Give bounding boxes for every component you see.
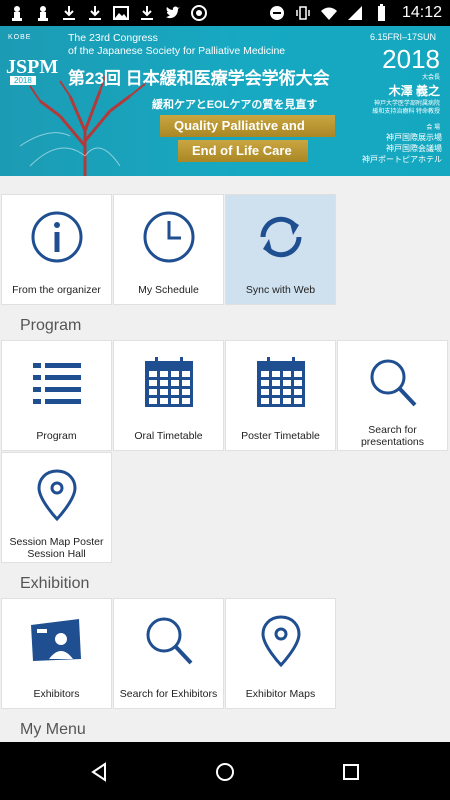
tile-label: Oral Timetable <box>134 430 203 442</box>
android-nav-bar <box>0 742 450 800</box>
exhibition-section-header: Exhibition <box>20 575 90 592</box>
tile-label: Sync with Web <box>245 284 316 296</box>
congress-theme-jp: 緩和ケアとEOLケアの質を見直す <box>152 99 318 111</box>
download-icon <box>86 4 104 22</box>
tile-label: Poster Timetable <box>241 430 320 442</box>
sync-with-web-tile[interactable]: Sync with Web <box>225 194 336 305</box>
system-icons <box>268 4 390 22</box>
chair-affiliation: 神戸大学医学部附属病院 緩和支持治療科 特命教授 <box>372 100 440 116</box>
presenter-icon <box>30 619 81 661</box>
chair-label: 大会長 <box>421 75 440 81</box>
theme-ribbon-1: Quality Palliative and <box>160 115 335 137</box>
from-organizer-tile[interactable]: From the organizer <box>1 194 112 305</box>
congress-line-1: The 23rd Congress <box>68 32 158 44</box>
venue-1: 神戸国際展示場 <box>386 133 442 142</box>
my-schedule-tile[interactable]: My Schedule <box>113 194 224 305</box>
info-icon <box>31 211 82 263</box>
main-menu: From the organizer My Schedule Sync with… <box>0 176 450 742</box>
search-presentations-tile[interactable]: Search for presentations <box>337 340 448 451</box>
venue-3: 神戸ポートピアホテル <box>362 155 442 164</box>
tile-label: Search for presentations <box>360 424 425 448</box>
download-icon <box>60 4 78 22</box>
map-pin-icon <box>260 615 301 668</box>
program-tile[interactable]: Program <box>1 340 112 451</box>
pawn-icon <box>34 4 52 22</box>
chair-affiliation-1: 神戸大学医学部附属病院 <box>373 101 440 107</box>
clock-icon <box>143 211 194 263</box>
search-icon <box>370 359 416 407</box>
congress-year: 2018 <box>382 44 440 74</box>
download-icon <box>138 4 156 22</box>
tile-label: Program <box>36 430 77 442</box>
map-pin-icon <box>36 469 77 522</box>
venue-label: 会 場 <box>426 125 440 131</box>
jspm-year: 2018 <box>10 76 36 85</box>
congress-banner: KOBE JSPM 2018 The 23rd Congress of the … <box>0 26 450 176</box>
signal-icon <box>346 4 364 22</box>
chrome-icon <box>190 4 208 22</box>
venue-2: 神戸国際会議場 <box>386 144 442 153</box>
notification-icons <box>8 4 208 22</box>
search-exhibitors-tile[interactable]: Search for Exhibitors <box>113 598 224 709</box>
twitter-icon <box>164 4 182 22</box>
battery-icon <box>372 4 390 22</box>
program-section-header: Program <box>20 317 82 334</box>
pawn-icon <box>8 4 26 22</box>
calendar-icon <box>256 357 305 407</box>
oral-timetable-tile[interactable]: Oral Timetable <box>113 340 224 451</box>
vibrate-icon <box>294 4 312 22</box>
exhibitor-maps-tile[interactable]: Exhibitor Maps <box>225 598 336 709</box>
sync-icon <box>260 216 301 258</box>
image-icon <box>112 4 130 22</box>
tile-label: Session Map Poster Session Hall <box>9 536 104 560</box>
kobe-label: KOBE <box>8 34 32 41</box>
top-menu-grid: From the organizer My Schedule Sync with… <box>0 194 450 305</box>
search-icon <box>146 617 192 665</box>
venue-list: 神戸国際展示場 神戸国際会議場 神戸ポートピアホテル <box>362 132 442 165</box>
congress-line-2: of the Japanese Society for Palliative M… <box>68 45 286 57</box>
tile-label: Search for Exhibitors <box>119 688 218 700</box>
tile-label: My Schedule <box>138 284 199 296</box>
exhibitors-tile[interactable]: Exhibitors <box>1 598 112 709</box>
poster-timetable-tile[interactable]: Poster Timetable <box>225 340 336 451</box>
congress-title-en: The 23rd Congress of the Japanese Societ… <box>68 32 285 58</box>
list-icon <box>32 363 81 404</box>
program-grid: Program Oral Timetable Poster Timetable … <box>0 340 450 563</box>
theme-ribbon-2: End of Life Care <box>178 140 308 162</box>
tile-label: From the organizer <box>12 284 101 296</box>
wifi-icon <box>320 4 338 22</box>
back-icon[interactable] <box>89 762 109 782</box>
congress-dates: 6.15FRI–17SUN <box>369 32 436 42</box>
home-icon[interactable] <box>215 762 235 782</box>
status-time: 14:12 <box>401 4 442 21</box>
my-menu-section-header: My Menu <box>20 721 86 738</box>
session-map-tile[interactable]: Session Map Poster Session Hall <box>1 452 112 563</box>
calendar-icon <box>144 357 193 407</box>
chair-name: 木澤 義之 <box>388 84 440 98</box>
tile-label: Exhibitors <box>33 688 80 700</box>
tile-label: Exhibitor Maps <box>245 688 316 700</box>
exhibition-grid: Exhibitors Search for Exhibitors Exhibit… <box>0 598 450 709</box>
congress-title-jp: 第23回 日本緩和医療学会学術大会 <box>68 69 330 88</box>
recents-icon[interactable] <box>341 762 361 782</box>
chair-affiliation-2: 緩和支持治療科 特命教授 <box>372 109 440 115</box>
minus-circle-icon <box>268 4 286 22</box>
status-bar: 14:12 <box>0 0 450 26</box>
